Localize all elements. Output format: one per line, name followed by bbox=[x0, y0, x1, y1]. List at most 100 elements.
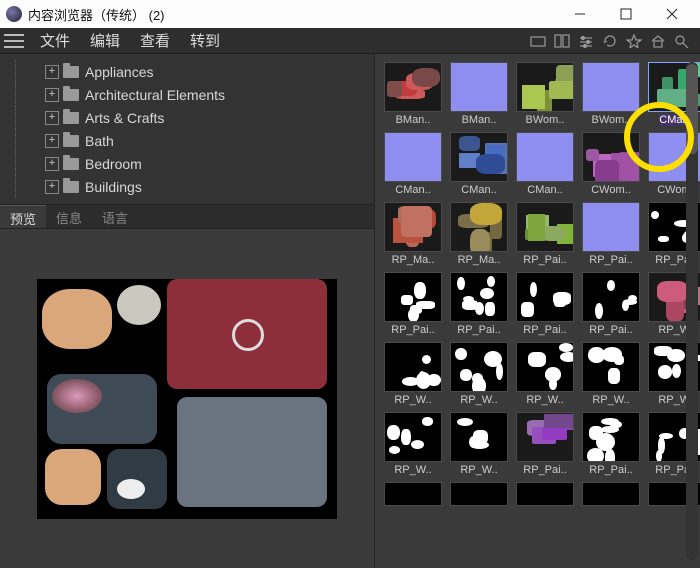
thumbnail-caption: RP_W.. bbox=[592, 394, 629, 406]
minimize-button[interactable] bbox=[558, 1, 602, 27]
expand-icon[interactable]: + bbox=[45, 157, 59, 171]
thumbnail-item[interactable]: RP_W.. bbox=[581, 342, 641, 406]
thumbnail-image bbox=[516, 132, 574, 182]
expand-icon[interactable]: + bbox=[45, 134, 59, 148]
thumbnail-item[interactable]: RP_Pai.. bbox=[449, 272, 509, 336]
thumbnail-item[interactable]: RP_Pai.. bbox=[515, 272, 575, 336]
scrollbar[interactable] bbox=[686, 62, 698, 560]
thumbnail-item[interactable] bbox=[383, 482, 443, 506]
thumbnail-caption: BMan.. bbox=[462, 114, 497, 126]
tab-info[interactable]: 信息 bbox=[46, 205, 92, 228]
folder-icon bbox=[63, 135, 79, 147]
tree-label: Appliances bbox=[85, 64, 154, 80]
thumbnail-caption: RP_Pai.. bbox=[589, 324, 632, 336]
scrollbar-thumb[interactable] bbox=[686, 64, 698, 154]
toolbar-right bbox=[528, 31, 696, 51]
thumbnail-image bbox=[516, 202, 574, 252]
right-pane: BMan..BMan..BWom..BWom..CMan..CMan..CMan… bbox=[375, 54, 700, 568]
thumbnail-item[interactable]: RP_Ma.. bbox=[449, 202, 509, 266]
thumbnail-image bbox=[516, 272, 574, 322]
thumbnail-item[interactable]: RP_Pai.. bbox=[383, 272, 443, 336]
tree-node[interactable]: + Buildings bbox=[10, 175, 370, 198]
thumbnail-image bbox=[384, 62, 442, 112]
thumbnail-item[interactable]: RP_Pai.. bbox=[515, 202, 575, 266]
thumbnail-item[interactable]: BWom.. bbox=[515, 62, 575, 126]
thumbnail-image bbox=[450, 272, 508, 322]
expand-icon[interactable]: + bbox=[45, 65, 59, 79]
thumbnail-image bbox=[450, 412, 508, 462]
search-icon[interactable] bbox=[672, 31, 692, 51]
thumbnail-item[interactable] bbox=[449, 482, 509, 506]
thumbnail-caption: BMan.. bbox=[396, 114, 431, 126]
thumbnail-caption: RP_Pai.. bbox=[457, 324, 500, 336]
tab-lang[interactable]: 语言 bbox=[92, 205, 138, 228]
tab-preview[interactable]: 预览 bbox=[0, 205, 46, 228]
tree-node[interactable]: + Bedroom bbox=[10, 152, 370, 175]
tree-node[interactable]: + Appliances bbox=[10, 60, 370, 83]
thumbnail-image bbox=[582, 62, 640, 112]
tree-node[interactable]: + Architectural Elements bbox=[10, 83, 370, 106]
thumbnail-item[interactable] bbox=[581, 482, 641, 506]
tree-label: Bath bbox=[85, 133, 114, 149]
thumbnail-item[interactable]: RP_W.. bbox=[383, 412, 443, 476]
tree-node[interactable]: + Bath bbox=[10, 129, 370, 152]
thumbnail-image bbox=[450, 132, 508, 182]
thumbnail-image bbox=[450, 202, 508, 252]
tree-node[interactable]: +Arts & Crafts bbox=[10, 106, 370, 129]
thumbnail-image bbox=[582, 132, 640, 182]
thumbnail-item[interactable]: CMan.. bbox=[383, 132, 443, 196]
expand-icon[interactable]: + bbox=[45, 111, 59, 125]
thumbnail-item[interactable]: CMan.. bbox=[449, 132, 509, 196]
thumbnail-item[interactable]: RP_W.. bbox=[449, 412, 509, 476]
thumbnail-item[interactable]: RP_Pai.. bbox=[581, 202, 641, 266]
thumbnail-item[interactable]: RP_Pai.. bbox=[515, 412, 575, 476]
expand-icon[interactable]: + bbox=[45, 88, 59, 102]
thumbnail-image bbox=[582, 272, 640, 322]
thumbnail-image bbox=[384, 202, 442, 252]
thumbnail-item[interactable]: BMan.. bbox=[383, 62, 443, 126]
thumbnail-image bbox=[516, 62, 574, 112]
tree-label: Architectural Elements bbox=[85, 87, 225, 103]
thumbnail-item[interactable] bbox=[515, 482, 575, 506]
star-icon[interactable] bbox=[624, 31, 644, 51]
refresh-icon[interactable] bbox=[600, 31, 620, 51]
thumbnail-caption: RP_Pai.. bbox=[589, 464, 632, 476]
tree-label: Bedroom bbox=[85, 156, 142, 172]
view-mode-icon[interactable] bbox=[528, 31, 548, 51]
settings-icon[interactable] bbox=[576, 31, 596, 51]
thumbnail-image bbox=[384, 482, 442, 506]
thumbnail-item[interactable]: RP_W.. bbox=[449, 342, 509, 406]
thumbnail-caption: RP_W.. bbox=[394, 464, 431, 476]
expand-icon[interactable]: + bbox=[45, 180, 59, 194]
layout-icon[interactable] bbox=[552, 31, 572, 51]
thumbnail-caption: RP_W.. bbox=[460, 394, 497, 406]
thumbnail-caption: RP_W.. bbox=[394, 394, 431, 406]
thumbnail-item[interactable]: RP_Pai.. bbox=[581, 272, 641, 336]
folder-icon bbox=[63, 181, 79, 193]
thumbnail-caption: RP_Ma.. bbox=[458, 254, 501, 266]
home-icon[interactable] bbox=[648, 31, 668, 51]
thumbnail-item[interactable]: RP_Pai.. bbox=[581, 412, 641, 476]
menu-view[interactable]: 查看 bbox=[130, 30, 180, 51]
menu-file[interactable]: 文件 bbox=[30, 30, 80, 51]
close-button[interactable] bbox=[650, 1, 694, 27]
thumbnail-item[interactable]: RP_W.. bbox=[515, 342, 575, 406]
thumbnail-item[interactable]: RP_W.. bbox=[383, 342, 443, 406]
menu-goto[interactable]: 转到 bbox=[180, 30, 230, 51]
thumbnail-image bbox=[450, 342, 508, 392]
thumbnail-grid: BMan..BMan..BWom..BWom..CMan..CMan..CMan… bbox=[375, 54, 700, 514]
thumbnail-item[interactable]: RP_Ma.. bbox=[383, 202, 443, 266]
thumbnail-item[interactable]: BMan.. bbox=[449, 62, 509, 126]
thumbnail-item[interactable]: CWom.. bbox=[581, 132, 641, 196]
hamburger-icon[interactable] bbox=[4, 32, 24, 50]
thumbnail-image bbox=[582, 202, 640, 252]
thumbnail-item[interactable]: BWom.. bbox=[581, 62, 641, 126]
thumbnail-image bbox=[450, 482, 508, 506]
folder-icon bbox=[63, 66, 79, 78]
maximize-button[interactable] bbox=[604, 1, 648, 27]
thumbnail-item[interactable]: CMan.. bbox=[515, 132, 575, 196]
menu-edit[interactable]: 编辑 bbox=[80, 30, 130, 51]
thumbnail-caption: RP_Pai.. bbox=[523, 464, 566, 476]
tree-label: Buildings bbox=[85, 179, 142, 195]
preview-tabs: 预览 信息 语言 bbox=[0, 205, 374, 229]
